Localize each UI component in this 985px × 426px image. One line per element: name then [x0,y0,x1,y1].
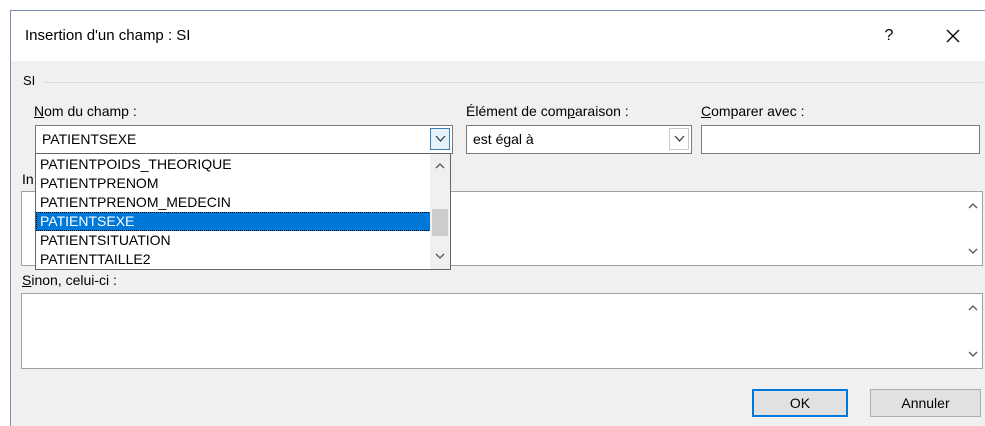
scroll-up-icon[interactable] [968,304,978,312]
scroll-down-icon[interactable] [968,350,978,358]
list-item-selected[interactable]: PATIENTSEXE [36,212,431,231]
field-name-label: Nom du champ : [34,103,137,119]
field-name-dropdown-list[interactable]: PATIENTPOIDS_THEORIQUE PATIENTPRENOM PAT… [35,153,451,270]
group-label: SI [23,73,36,88]
dropdown-scrollbar[interactable] [430,154,450,269]
comparison-combo[interactable]: est égal à [466,125,692,154]
scroll-up-icon[interactable] [435,162,445,170]
compare-with-label: Comparer avec : [701,103,805,119]
field-name-combo[interactable]: PATIENTSEXE [35,125,453,154]
help-button[interactable]: ? [869,21,909,51]
comparison-dropdown-button[interactable] [669,128,689,150]
list-item[interactable]: PATIENTTAILLE2 [36,250,431,269]
scroll-down-icon[interactable] [435,252,445,260]
scroll-down-icon[interactable] [968,247,978,255]
list-item[interactable]: PATIENTPRENOM [36,174,431,193]
chevron-down-icon [674,135,685,142]
close-button[interactable] [927,21,979,51]
field-name-value: PATIENTSEXE [42,131,137,147]
cancel-button[interactable]: Annuler [870,389,981,417]
title-bar: Insertion d'un champ : SI ? [11,11,985,61]
compare-with-input[interactable] [701,125,980,154]
insert-text-label: In [22,171,34,187]
list-item[interactable]: PATIENTPRENOM_MEDECIN [36,193,431,212]
else-text-label: Sinon, celui-ci : [22,272,117,288]
else-text-scrollbar[interactable] [964,294,982,368]
comparison-value: est égal à [473,131,534,147]
scroll-up-icon[interactable] [968,202,978,210]
insert-text-scrollbar[interactable] [964,192,982,265]
list-item[interactable]: PATIENTSITUATION [36,231,431,250]
ok-button[interactable]: OK [752,389,848,417]
scroll-thumb[interactable] [432,209,448,236]
field-name-dropdown-button[interactable] [430,128,450,150]
comparison-label: Élément de comparaison : [466,103,629,119]
chevron-down-icon [435,135,446,142]
else-text-area[interactable] [21,293,983,369]
group-divider [43,82,983,83]
close-icon [946,29,960,43]
list-item[interactable]: PATIENTPOIDS_THEORIQUE [36,155,431,174]
dialog-title: Insertion d'un champ : SI [25,27,191,44]
